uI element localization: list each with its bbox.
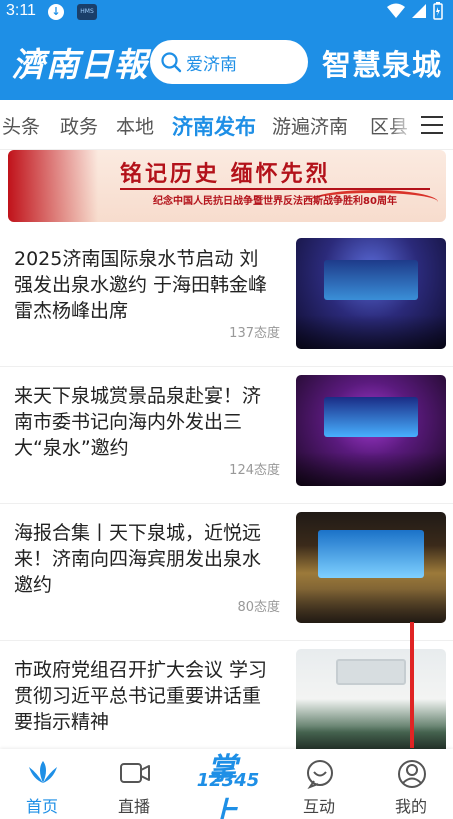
news-item[interactable]: 2025济南国际泉水节启动 刘强发出泉水邀约 于海田韩金峰雷杰杨峰出席 137态… (0, 230, 453, 367)
news-item[interactable]: 来天下泉城赏景品泉赴宴！济南市委书记向海内外发出三大“泉水”邀约 124态度 (0, 367, 453, 504)
status-time: 3:11 (6, 2, 36, 19)
tab-headlines[interactable]: 头条 (2, 112, 40, 139)
banner-subtitle: 纪念中国人民抗日战争暨世界反法西斯战争胜利80周年 (120, 188, 430, 207)
signal-icon (412, 4, 426, 18)
news-title: 2025济南国际泉水节启动 刘强发出泉水邀约 于海田韩金峰雷杰杨峰出席 (14, 248, 268, 322)
nav-mine-label: 我的 (394, 797, 427, 816)
tabs-fade (388, 100, 416, 149)
nav-interact[interactable]: 互动 (277, 749, 361, 819)
news-meta: 80态度 (237, 600, 280, 615)
news-title: 来天下泉城赏景品泉赴宴！济南市委书记向海内外发出三大“泉水”邀约 (14, 385, 262, 459)
hotline-12345-button[interactable]: 掌上 12345 (193, 742, 263, 819)
menu-icon[interactable] (421, 116, 443, 134)
gate-image (8, 150, 98, 222)
nav-live-label: 直播 (117, 797, 150, 816)
news-thumbnail (296, 649, 446, 760)
category-tabs: 头条 政务 本地 济南发布 游遍济南 区县 (0, 100, 453, 150)
news-title: 海报合集丨天下泉城，近悦远来！济南向四海宾朋发出泉水邀约 (14, 522, 262, 596)
banner-title: 铭记历史 缅怀先烈 (120, 161, 331, 187)
news-thumbnail (296, 238, 446, 349)
news-meta: 137态度 (229, 326, 280, 341)
tab-jinan-release[interactable]: 济南发布 (172, 111, 256, 141)
status-icons (387, 2, 443, 20)
tab-tour-jinan[interactable]: 游遍济南 (272, 112, 348, 139)
home-lotus-icon (29, 761, 57, 783)
news-meta: 124态度 (229, 463, 280, 478)
wifi-icon (387, 3, 405, 18)
nav-interact-label: 互动 (302, 797, 335, 816)
nav-home-label: 首页 (25, 797, 58, 816)
nav-live[interactable]: 直播 (92, 749, 176, 819)
news-title: 市政府党组召开扩大会议 学习贯彻习近平总书记重要讲话重要指示精神 (14, 659, 268, 733)
tab-local[interactable]: 本地 (116, 112, 154, 139)
app-header: 濟南日報 爱济南 智慧泉城 (0, 24, 453, 100)
download-icon: ↓ (48, 4, 64, 20)
news-thumbnail (296, 375, 446, 486)
video-camera-icon (120, 763, 150, 783)
news-item[interactable]: 海报合集丨天下泉城，近悦远来！济南向四海宾朋发出泉水邀约 80态度 (0, 504, 453, 641)
brand-link[interactable]: 智慧泉城 (322, 42, 442, 84)
search-placeholder: 爱济南 (186, 54, 237, 75)
hotline-number: 12345 (196, 770, 260, 791)
nav-mine[interactable]: 我的 (369, 749, 453, 819)
status-bar: 3:11 ↓ HMS (0, 0, 453, 24)
search-icon (161, 52, 182, 73)
search-input[interactable]: 爱济南 (150, 40, 308, 84)
nav-home[interactable]: 首页 (0, 749, 84, 819)
hms-icon: HMS (77, 4, 97, 20)
chat-icon (307, 760, 333, 789)
battery-icon (433, 2, 443, 20)
user-icon (398, 760, 426, 788)
app-logo: 濟南日報 (12, 45, 148, 84)
tab-government[interactable]: 政务 (60, 112, 98, 139)
promo-banner[interactable]: 铭记历史 缅怀先烈 纪念中国人民抗日战争暨世界反法西斯战争胜利80周年 (8, 150, 446, 222)
news-thumbnail (296, 512, 446, 623)
annotation-arrow (410, 622, 414, 748)
